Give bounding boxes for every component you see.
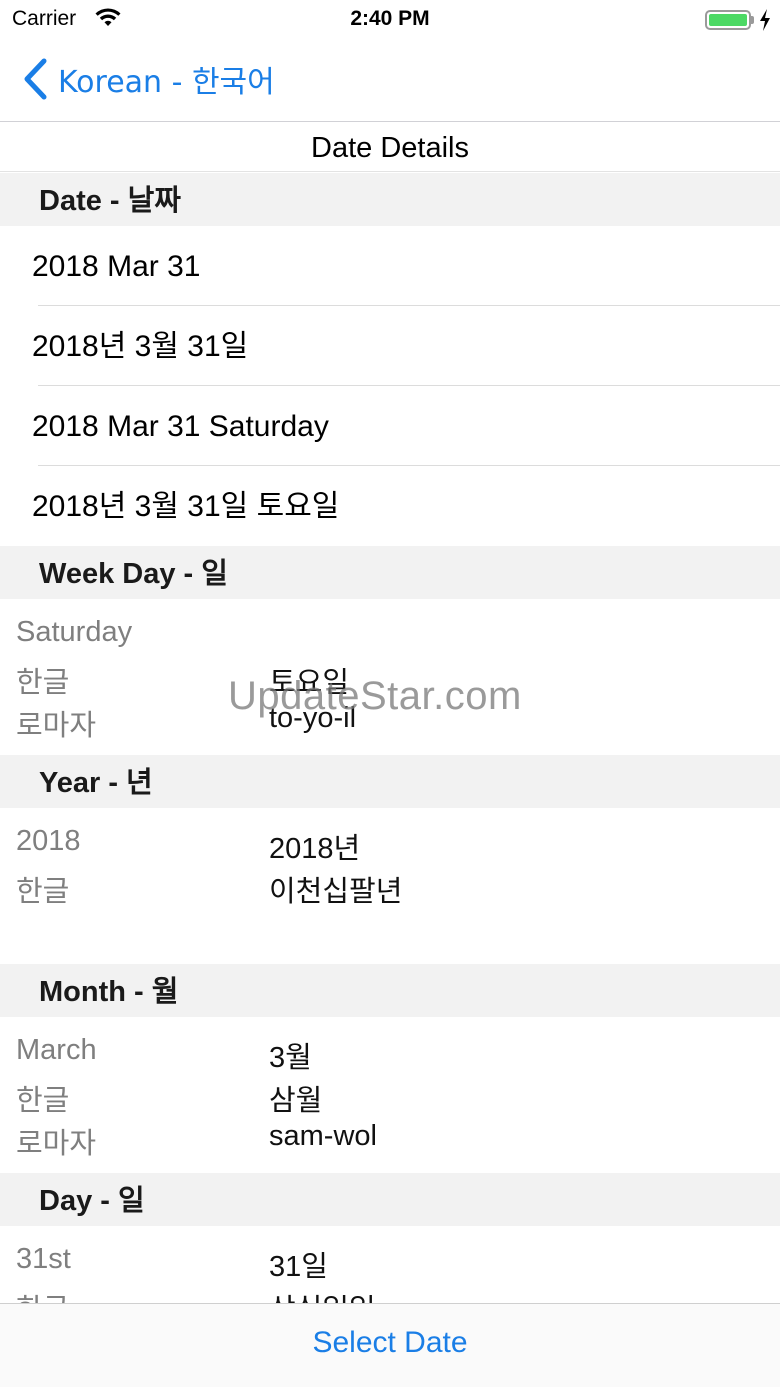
detail-key: 31st <box>16 1243 71 1275</box>
detail-value: 3월 <box>269 1042 312 1074</box>
date-format-row[interactable]: 2018 Mar 31 <box>0 226 780 306</box>
detail-row: 31st 31일 <box>0 1243 780 1286</box>
detail-key: 로마자 <box>16 1128 97 1160</box>
battery-icon <box>705 10 751 30</box>
battery-level <box>709 14 747 26</box>
status-bar: Carrier 2:40 PM <box>0 0 780 40</box>
detail-key: 한글 <box>16 876 70 908</box>
detail-value: 2018년 <box>269 833 361 865</box>
date-format-text: 2018 Mar 31 <box>32 250 201 283</box>
detail-row: 한글 삼월 <box>0 1077 780 1120</box>
section-header-date: Date - 날짜 <box>0 173 780 226</box>
detail-value: 삼십일일 <box>269 1286 376 1303</box>
detail-key: 한글 <box>16 667 70 699</box>
detail-key: 로마자 <box>16 710 97 742</box>
select-date-button[interactable]: Select Date <box>0 1326 780 1360</box>
detail-row: 한글 삼십일일 <box>0 1286 780 1303</box>
detail-value: 이천십팔년 <box>269 876 403 908</box>
back-button-label: Korean - 한국어 <box>58 65 275 100</box>
detail-key: 2018 <box>16 825 81 857</box>
bolt-icon <box>760 9 770 31</box>
date-format-row[interactable]: 2018년 3월 31일 <box>0 306 780 386</box>
navigation-bar: Korean - 한국어 <box>0 40 780 122</box>
date-format-row[interactable]: 2018년 3월 31일 토요일 <box>0 466 780 546</box>
back-button[interactable]: Korean - 한국어 <box>22 56 275 102</box>
detail-row: 한글 이천십팔년 <box>0 868 780 911</box>
detail-row: March 3월 <box>0 1034 780 1077</box>
status-time: 2:40 PM <box>350 7 430 30</box>
year-detail-cell: 2018 2018년 한글 이천십팔년 <box>0 808 780 964</box>
detail-row: 2018 2018년 <box>0 825 780 868</box>
detail-row: 로마자 sam-wol <box>0 1120 780 1163</box>
detail-value: sam-wol <box>269 1120 377 1152</box>
month-detail-cell: March 3월 한글 삼월 로마자 sam-wol <box>0 1017 780 1173</box>
page-title: Date Details <box>0 122 780 172</box>
chevron-left-icon <box>24 58 47 100</box>
section-header-day: Day - 일 <box>0 1173 780 1226</box>
section-header-year: Year - 년 <box>0 755 780 808</box>
details-scroll-view[interactable]: Date - 날짜 2018 Mar 31 2018년 3월 31일 2018 … <box>0 173 780 1303</box>
watermark: UpdateStar.com <box>228 674 522 718</box>
date-format-text: 2018년 3월 31일 토요일 <box>32 490 340 523</box>
section-header-month: Month - 월 <box>0 964 780 1017</box>
detail-key: 한글 <box>16 1286 69 1303</box>
detail-value: 31일 <box>269 1251 328 1283</box>
detail-row: Saturday <box>0 616 780 659</box>
detail-key: 한글 <box>16 1085 70 1117</box>
day-detail-cell: 31st 31일 한글 삼십일일 <box>0 1226 780 1303</box>
detail-value: 삼월 <box>269 1085 323 1117</box>
battery-tip <box>751 16 754 24</box>
detail-key: Saturday <box>16 616 133 648</box>
bottom-toolbar: Select Date <box>0 1303 780 1387</box>
section-header-weekday: Week Day - 일 <box>0 546 780 599</box>
detail-key: March <box>16 1034 97 1066</box>
date-format-text: 2018년 3월 31일 <box>32 330 249 363</box>
date-format-row[interactable]: 2018 Mar 31 Saturday <box>0 386 780 466</box>
date-format-text: 2018 Mar 31 Saturday <box>32 410 329 443</box>
